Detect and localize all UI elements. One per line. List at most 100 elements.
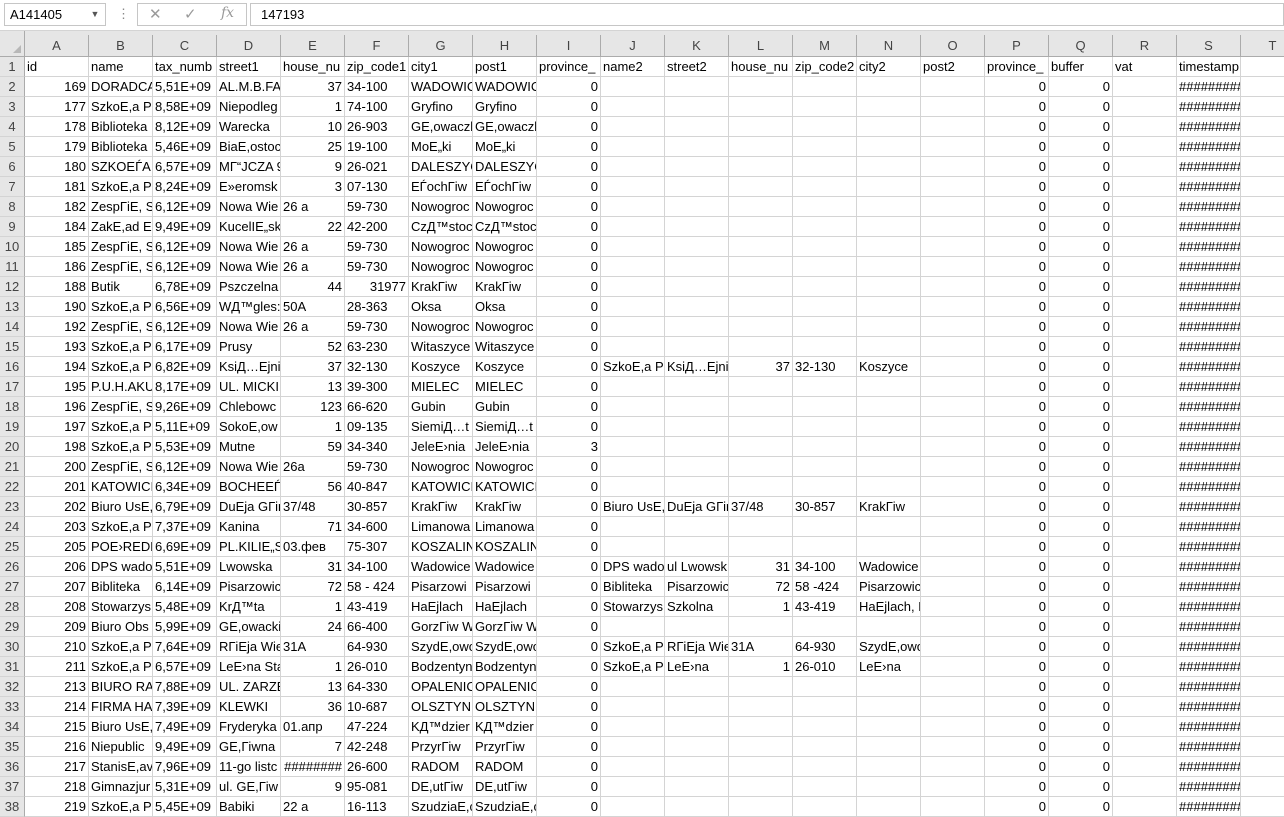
cell-p32[interactable]: 0: [985, 677, 1049, 697]
cell-e33[interactable]: 36: [281, 697, 345, 717]
cell-l38[interactable]: [729, 797, 793, 817]
cell-t24[interactable]: [1241, 517, 1284, 537]
cell-a38[interactable]: 219: [25, 797, 89, 817]
cell-l11[interactable]: [729, 257, 793, 277]
cell-p1[interactable]: province_: [985, 57, 1049, 77]
cell-g7[interactable]: EЃochГіw: [409, 177, 473, 197]
cell-m26[interactable]: 34-100: [793, 557, 857, 577]
cell-m1[interactable]: zip_code2: [793, 57, 857, 77]
cell-s2[interactable]: #########: [1177, 77, 1241, 97]
cell-d33[interactable]: KLEWKI: [217, 697, 281, 717]
cell-k7[interactable]: [665, 177, 729, 197]
cell-i35[interactable]: 0: [537, 737, 601, 757]
column-header-c[interactable]: C: [153, 35, 217, 57]
fx-icon[interactable]: fx: [221, 5, 234, 21]
cell-c35[interactable]: 9,49E+09: [153, 737, 217, 757]
cell-q10[interactable]: 0: [1049, 237, 1113, 257]
cell-d2[interactable]: AL.M.B.FA: [217, 77, 281, 97]
cell-h2[interactable]: WADOWIC: [473, 77, 537, 97]
column-header-s[interactable]: S: [1177, 35, 1241, 57]
cell-q7[interactable]: 0: [1049, 177, 1113, 197]
cell-t38[interactable]: [1241, 797, 1284, 817]
cell-o15[interactable]: [921, 337, 985, 357]
cell-j30[interactable]: SzkoE,a Pc: [601, 637, 665, 657]
cell-e1[interactable]: house_nu: [281, 57, 345, 77]
cell-i7[interactable]: 0: [537, 177, 601, 197]
cell-b37[interactable]: Gimnazjur: [89, 777, 153, 797]
cell-m37[interactable]: [793, 777, 857, 797]
cell-e27[interactable]: 72: [281, 577, 345, 597]
cell-n1[interactable]: city2: [857, 57, 921, 77]
cell-t3[interactable]: [1241, 97, 1284, 117]
cell-q3[interactable]: 0: [1049, 97, 1113, 117]
cell-f13[interactable]: 28-363: [345, 297, 409, 317]
column-header-h[interactable]: H: [473, 35, 537, 57]
cell-r25[interactable]: [1113, 537, 1177, 557]
cell-j28[interactable]: Stowarzys: [601, 597, 665, 617]
cell-e7[interactable]: 3: [281, 177, 345, 197]
cell-s32[interactable]: #########: [1177, 677, 1241, 697]
row-header-21[interactable]: 21: [0, 457, 25, 477]
cell-t6[interactable]: [1241, 157, 1284, 177]
cell-h20[interactable]: JeleE›nia: [473, 437, 537, 457]
cell-n27[interactable]: Pisarzowice: [857, 577, 921, 597]
cell-i21[interactable]: 0: [537, 457, 601, 477]
cell-o13[interactable]: [921, 297, 985, 317]
cell-i28[interactable]: 0: [537, 597, 601, 617]
cell-l17[interactable]: [729, 377, 793, 397]
cell-j21[interactable]: [601, 457, 665, 477]
cell-s29[interactable]: #########: [1177, 617, 1241, 637]
cell-e37[interactable]: 9: [281, 777, 345, 797]
cell-n26[interactable]: Wadowice: [857, 557, 921, 577]
cell-d35[interactable]: GE,Гіwna: [217, 737, 281, 757]
cell-n24[interactable]: [857, 517, 921, 537]
cell-p38[interactable]: 0: [985, 797, 1049, 817]
row-header-23[interactable]: 23: [0, 497, 25, 517]
cell-e36[interactable]: ########: [281, 757, 345, 777]
cell-h26[interactable]: Wadowice: [473, 557, 537, 577]
column-header-p[interactable]: P: [985, 35, 1049, 57]
cell-q15[interactable]: 0: [1049, 337, 1113, 357]
cell-p17[interactable]: 0: [985, 377, 1049, 397]
cell-b13[interactable]: SzkoE,a Pc: [89, 297, 153, 317]
cell-c1[interactable]: tax_numb: [153, 57, 217, 77]
cell-b19[interactable]: SzkoE,a Pc: [89, 417, 153, 437]
cell-j18[interactable]: [601, 397, 665, 417]
cell-k36[interactable]: [665, 757, 729, 777]
cell-m18[interactable]: [793, 397, 857, 417]
cell-j31[interactable]: SzkoE,a Pc: [601, 657, 665, 677]
cell-a30[interactable]: 210: [25, 637, 89, 657]
cell-b4[interactable]: Biblioteka: [89, 117, 153, 137]
cell-m22[interactable]: [793, 477, 857, 497]
cell-a27[interactable]: 207: [25, 577, 89, 597]
cell-r18[interactable]: [1113, 397, 1177, 417]
row-header-16[interactable]: 16: [0, 357, 25, 377]
cell-p31[interactable]: 0: [985, 657, 1049, 677]
cell-a8[interactable]: 182: [25, 197, 89, 217]
cell-r38[interactable]: [1113, 797, 1177, 817]
cell-d7[interactable]: E»eromsk: [217, 177, 281, 197]
cell-s27[interactable]: #########: [1177, 577, 1241, 597]
cell-n33[interactable]: [857, 697, 921, 717]
cell-q17[interactable]: 0: [1049, 377, 1113, 397]
cell-b10[interactable]: ZespГіE, S: [89, 237, 153, 257]
cell-c13[interactable]: 6,56E+09: [153, 297, 217, 317]
cell-i19[interactable]: 0: [537, 417, 601, 437]
cell-p25[interactable]: 0: [985, 537, 1049, 557]
cell-l34[interactable]: [729, 717, 793, 737]
cell-m31[interactable]: 26-010: [793, 657, 857, 677]
cell-h32[interactable]: OPALENIC: [473, 677, 537, 697]
cell-i11[interactable]: 0: [537, 257, 601, 277]
row-header-15[interactable]: 15: [0, 337, 25, 357]
cell-k28[interactable]: Szkolna: [665, 597, 729, 617]
cell-l4[interactable]: [729, 117, 793, 137]
cell-e38[interactable]: 22 a: [281, 797, 345, 817]
cell-f30[interactable]: 64-930: [345, 637, 409, 657]
cell-q5[interactable]: 0: [1049, 137, 1113, 157]
cell-m33[interactable]: [793, 697, 857, 717]
cell-t10[interactable]: [1241, 237, 1284, 257]
cell-c15[interactable]: 6,17E+09: [153, 337, 217, 357]
cell-b26[interactable]: DPS wado: [89, 557, 153, 577]
cell-t11[interactable]: [1241, 257, 1284, 277]
cell-i20[interactable]: 3: [537, 437, 601, 457]
